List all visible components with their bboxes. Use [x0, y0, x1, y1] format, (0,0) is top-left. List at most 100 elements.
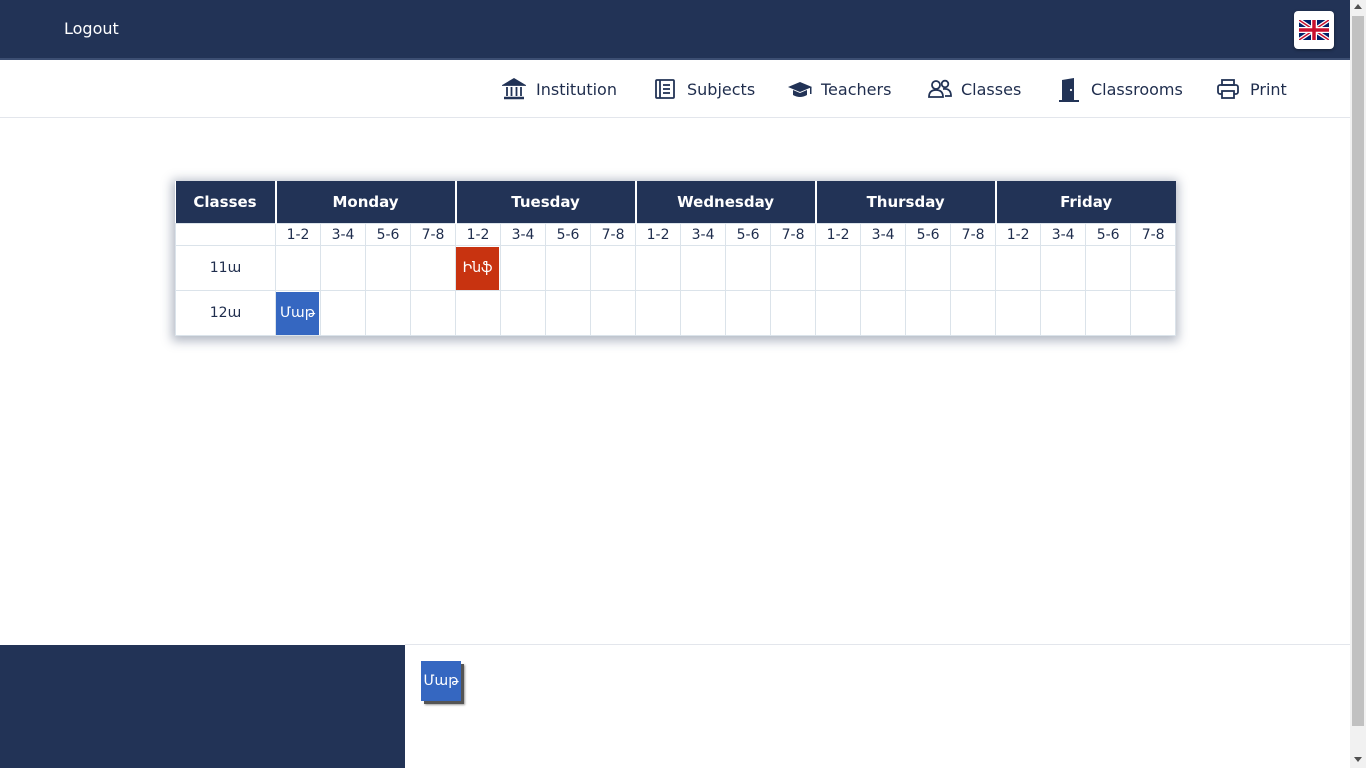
schedule-cell[interactable]: [1130, 245, 1177, 291]
schedule-cell[interactable]: [905, 245, 952, 291]
schedule-cell[interactable]: [1040, 245, 1087, 291]
schedule-cell[interactable]: [590, 290, 637, 336]
slot-header: 7-8: [770, 223, 817, 246]
classes-column-header: Classes: [175, 181, 276, 224]
slot-header: 1-2: [275, 223, 321, 246]
schedule-cell[interactable]: [455, 290, 502, 336]
slot-header: 1-2: [815, 223, 862, 246]
slot-header: 3-4: [680, 223, 727, 246]
subject-tray: [405, 644, 1350, 769]
schedule-cell[interactable]: [1085, 245, 1132, 291]
subjects-icon: [653, 77, 679, 101]
schedule-cell[interactable]: [725, 290, 772, 336]
main-nav: Institution Subjects Teachers Classes Cl…: [0, 60, 1350, 118]
schedule-cell[interactable]: [365, 290, 411, 336]
nav-print[interactable]: Print: [1216, 76, 1287, 102]
schedule-cell[interactable]: [770, 245, 817, 291]
schedule-cell[interactable]: [275, 245, 321, 291]
nav-classrooms-label: Classrooms: [1091, 79, 1183, 99]
nav-print-label: Print: [1250, 79, 1287, 99]
nav-subjects[interactable]: Subjects: [653, 76, 755, 102]
schedule-cell[interactable]: [680, 290, 727, 336]
day-header-friday: Friday: [994, 181, 1176, 224]
slot-header: 7-8: [590, 223, 637, 246]
schedule-table: Classes Monday Tuesday Wednesday Thursday Fri…: [175, 181, 1177, 336]
nav-institution-label: Institution: [536, 79, 617, 99]
schedule-cell[interactable]: [680, 245, 727, 291]
slot-header: 3-4: [1040, 223, 1087, 246]
schedule-cell[interactable]: [320, 245, 366, 291]
schedule-cell[interactable]: [770, 290, 817, 336]
schedule-cell[interactable]: [950, 290, 997, 336]
bottom-panel-left: [0, 645, 405, 768]
nav-classes-label: Classes: [961, 79, 1022, 99]
schedule-cell[interactable]: [725, 245, 772, 291]
scrollbar-thumb[interactable]: [1352, 16, 1364, 726]
teachers-icon: [787, 77, 813, 101]
tray-tile-subject[interactable]: Մաթ: [421, 661, 461, 701]
slot-header: 7-8: [409, 223, 457, 246]
printer-icon: [1216, 77, 1242, 101]
schedule-cell[interactable]: [815, 290, 862, 336]
scroll-up-arrow[interactable]: [1354, 4, 1362, 9]
lesson-tile[interactable]: Մաթ: [276, 291, 319, 335]
schedule-cell[interactable]: [409, 290, 457, 336]
schedule-cell[interactable]: [1130, 290, 1177, 336]
top-bar: Logout: [0, 0, 1350, 60]
slot-header: 5-6: [725, 223, 772, 246]
slot-header: 5-6: [545, 223, 592, 246]
schedule-cell[interactable]: [860, 290, 907, 336]
schedule-cell[interactable]: [995, 290, 1042, 336]
class-name: 12ա: [175, 290, 276, 336]
institution-icon: [502, 77, 528, 101]
schedule-cell[interactable]: [500, 245, 547, 291]
uk-flag-icon: [1299, 20, 1329, 40]
nav-subjects-label: Subjects: [687, 79, 756, 99]
day-header-thursday: Thursday: [814, 181, 996, 224]
schedule-cell[interactable]: [590, 245, 637, 291]
slot-header: 5-6: [1085, 223, 1132, 246]
class-row: 12ա Մաթ: [175, 290, 1177, 336]
schedule-cell[interactable]: Մաթ: [275, 290, 321, 336]
schedule-cell[interactable]: [320, 290, 366, 336]
slot-header: 3-4: [500, 223, 547, 246]
schedule-cell[interactable]: Ինֆ: [455, 245, 502, 291]
scroll-down-arrow[interactable]: [1354, 757, 1362, 762]
nav-teachers-label: Teachers: [821, 79, 892, 99]
schedule-cell[interactable]: [635, 245, 682, 291]
slot-header: 1-2: [635, 223, 682, 246]
schedule-header-row: Classes Monday Tuesday Wednesday Thursday Fri…: [175, 181, 1176, 224]
schedule-cell[interactable]: [409, 245, 457, 291]
class-row: 11ա Ինֆ: [175, 245, 1177, 291]
nav-institution[interactable]: Institution: [502, 76, 617, 102]
schedule-cell[interactable]: [635, 290, 682, 336]
classroom-door-icon: [1057, 77, 1083, 102]
schedule-cell[interactable]: [545, 290, 592, 336]
day-header-tuesday: Tuesday: [454, 181, 636, 224]
day-header-wednesday: Wednesday: [634, 181, 816, 224]
schedule-cell[interactable]: [545, 245, 592, 291]
schedule-cell[interactable]: [995, 245, 1042, 291]
schedule-grid: Classes Monday Tuesday Wednesday Thursday Fri…: [175, 181, 1177, 336]
nav-classes[interactable]: Classes: [927, 76, 1021, 102]
logout-link[interactable]: Logout: [64, 19, 119, 38]
schedule-cell[interactable]: [500, 290, 547, 336]
schedule-cell[interactable]: [815, 245, 862, 291]
schedule-cell[interactable]: [1040, 290, 1087, 336]
slot-header: 5-6: [905, 223, 952, 246]
classes-icon: [927, 77, 953, 101]
schedule-cell[interactable]: [950, 245, 997, 291]
slot-header: 5-6: [365, 223, 411, 246]
schedule-cell[interactable]: [1085, 290, 1132, 336]
schedule-cell[interactable]: [365, 245, 411, 291]
lesson-tile[interactable]: Ինֆ: [456, 246, 500, 290]
slot-header: 1-2: [995, 223, 1042, 246]
nav-teachers[interactable]: Teachers: [787, 76, 891, 102]
nav-classrooms[interactable]: Classrooms: [1057, 76, 1183, 102]
slot-header: 7-8: [1130, 223, 1177, 246]
day-header-monday: Monday: [274, 181, 456, 224]
schedule-cell[interactable]: [905, 290, 952, 336]
language-button[interactable]: [1294, 11, 1334, 49]
slot-header: 3-4: [860, 223, 907, 246]
schedule-cell[interactable]: [860, 245, 907, 291]
